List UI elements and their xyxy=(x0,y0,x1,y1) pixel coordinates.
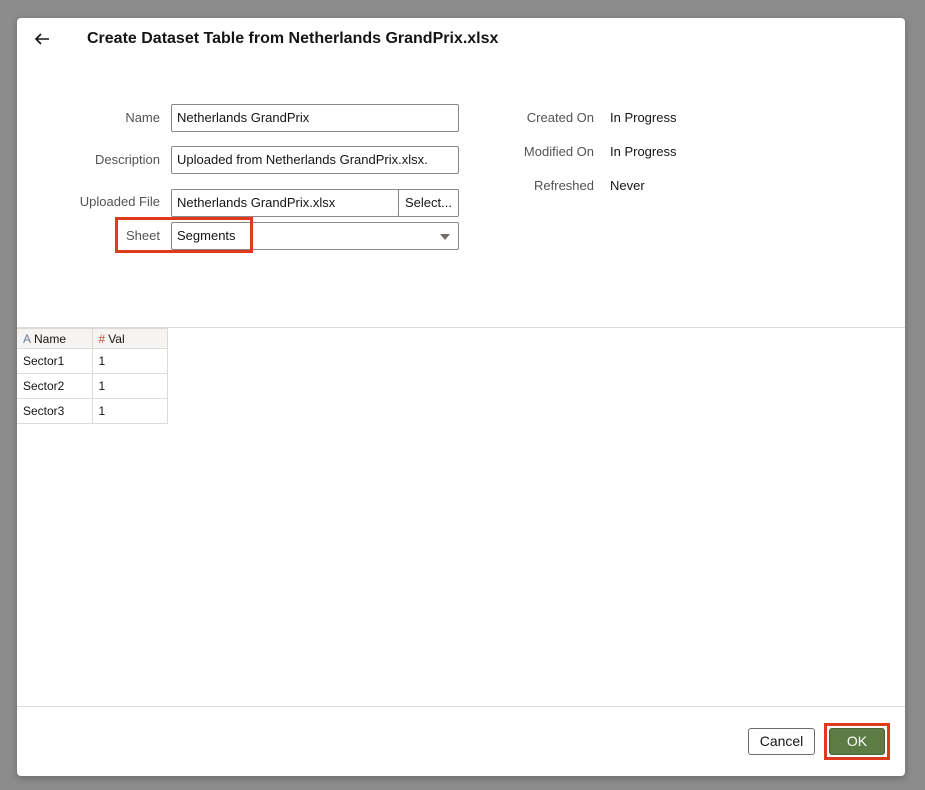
uploaded-file-field: Netherlands GrandPrix.xlsx xyxy=(171,189,399,217)
refreshed-value: Never xyxy=(610,178,645,193)
table-header-row: A Name # Val xyxy=(17,328,168,349)
footer-divider xyxy=(17,706,905,707)
name-label: Name xyxy=(125,110,160,125)
table-cell: Sector2 xyxy=(17,373,93,399)
table-row: Sector1 1 xyxy=(17,348,168,374)
sheet-label: Sheet xyxy=(126,228,160,243)
table-row: Sector3 1 xyxy=(17,398,168,424)
chevron-down-icon xyxy=(440,234,450,240)
modified-on-value: In Progress xyxy=(610,144,677,159)
table-cell: 1 xyxy=(91,373,168,399)
ok-button[interactable]: OK xyxy=(829,728,885,755)
table-cell: 1 xyxy=(91,348,168,374)
description-input[interactable]: Uploaded from Netherlands GrandPrix.xlsx… xyxy=(171,146,459,174)
modified-on-label: Modified On xyxy=(523,144,594,159)
table-cell: Sector3 xyxy=(17,398,93,424)
table-row: Sector2 1 xyxy=(17,373,168,399)
created-on-value: In Progress xyxy=(610,110,677,125)
number-type-icon: # xyxy=(98,331,106,346)
created-on-label: Created On xyxy=(526,110,594,125)
table-cell: 1 xyxy=(91,398,168,424)
column-header-name[interactable]: A Name xyxy=(17,328,93,349)
refreshed-label: Refreshed xyxy=(534,178,594,193)
back-button[interactable] xyxy=(31,26,53,52)
uploaded-file-label: Uploaded File xyxy=(79,194,160,209)
cancel-button[interactable]: Cancel xyxy=(748,728,815,755)
column-header-val[interactable]: # Val xyxy=(91,328,168,349)
dialog-title: Create Dataset Table from Netherlands Gr… xyxy=(87,30,499,47)
table-cell: Sector1 xyxy=(17,348,93,374)
sheet-selected-value: Segments xyxy=(177,228,236,243)
name-input[interactable]: Netherlands GrandPrix xyxy=(171,104,459,132)
select-file-button[interactable]: Select... xyxy=(398,189,459,217)
create-dataset-dialog: Create Dataset Table from Netherlands Gr… xyxy=(17,18,905,776)
arrow-left-icon xyxy=(34,33,49,45)
data-preview-table: A Name # Val Sector1 1 Sector2 1 Sector3 1 xyxy=(17,328,168,424)
description-label: Description xyxy=(94,152,160,167)
sheet-select[interactable]: Segments xyxy=(171,222,459,250)
text-type-icon: A xyxy=(23,331,32,346)
